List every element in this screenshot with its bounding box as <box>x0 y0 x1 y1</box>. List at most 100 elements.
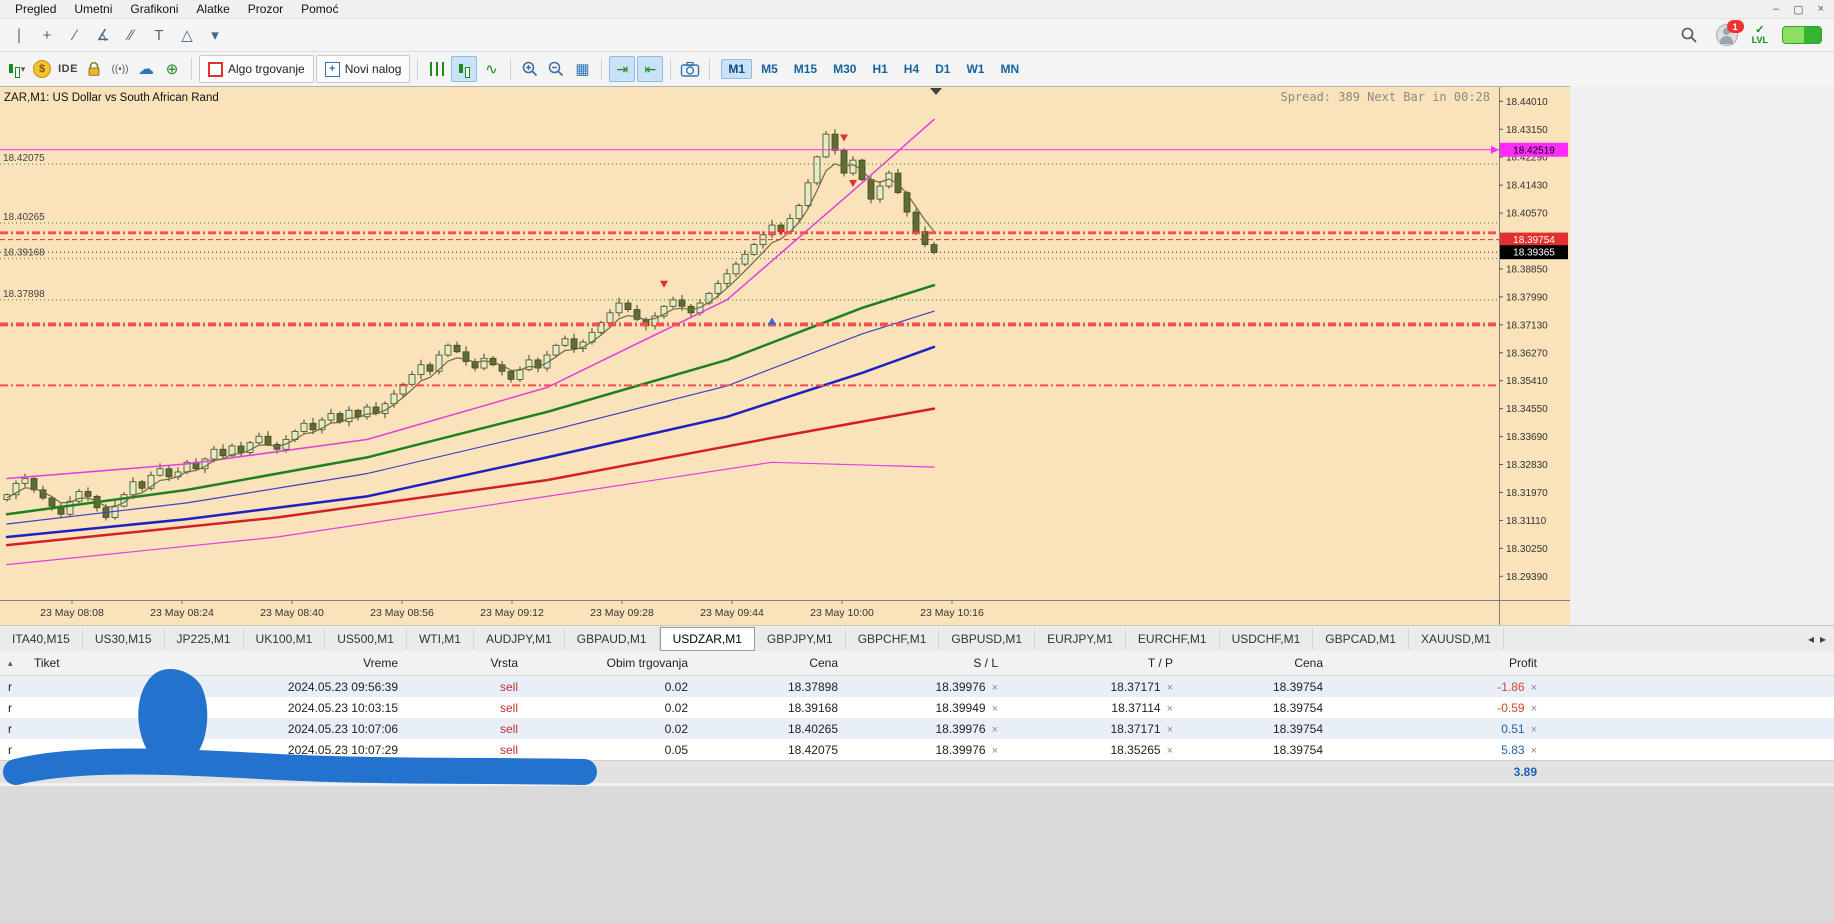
close-button[interactable]: × <box>1818 3 1824 15</box>
remove-sl-button[interactable]: × <box>992 745 998 757</box>
position-row[interactable]: r 2024.05.23 10:03:15 sell 0.02 18.39168 18.3… <box>0 697 1834 718</box>
account-currency-icon[interactable]: $ <box>30 57 54 81</box>
line-chart-type-icon[interactable]: ∿ <box>479 57 503 81</box>
column-header-profit[interactable]: Profit <box>1331 656 1545 670</box>
timeframe-h4[interactable]: H4 <box>897 59 926 79</box>
symbol-tab-xauusd[interactable]: XAUUSD,M1 <box>1409 628 1504 650</box>
timeframe-m30[interactable]: M30 <box>826 59 863 79</box>
symbol-tab-gbpcad[interactable]: GBPCAD,M1 <box>1313 628 1409 650</box>
menu-item-grafikoni[interactable]: Grafikoni <box>121 2 187 16</box>
drawing-tools-group: ∣ + ∕ ∡ ∕∕ T △ ▾ <box>6 23 228 47</box>
remove-tp-button[interactable]: × <box>1167 745 1173 757</box>
column-header-cena[interactable]: Cena <box>1181 656 1331 670</box>
chart-shift-icon[interactable]: ⇤ <box>637 56 664 82</box>
remove-tp-button[interactable]: × <box>1167 724 1173 736</box>
column-header-t-p[interactable]: T / P <box>1006 656 1181 670</box>
user-avatar[interactable]: 1 <box>1715 20 1744 46</box>
crosshair-tool-icon[interactable]: + <box>34 23 60 47</box>
symbol-tab-usdzar[interactable]: USDZAR,M1 <box>659 627 755 651</box>
symbol-tab-wti[interactable]: WTI,M1 <box>407 628 474 650</box>
add-service-icon[interactable]: ⊕ <box>160 57 184 81</box>
restore-button[interactable]: ▢ <box>1793 3 1803 16</box>
sort-indicator-icon[interactable]: ▴ <box>0 658 26 669</box>
symbol-tab-us500[interactable]: US500,M1 <box>325 628 407 650</box>
column-header-cena[interactable]: Cena <box>696 656 846 670</box>
position-row[interactable]: r 2024.05.23 09:56:39 sell 0.02 18.37898 18.3… <box>0 676 1834 697</box>
text-tool-icon[interactable]: T <box>146 23 172 47</box>
close-position-button[interactable]: × <box>1531 682 1537 694</box>
column-header-s-l[interactable]: S / L <box>846 656 1006 670</box>
menu-item-alatke[interactable]: Alatke <box>187 2 238 16</box>
tabs-scroll-right-icon[interactable]: ▸ <box>1820 632 1826 646</box>
menu-item-umetni[interactable]: Umetni <box>65 2 121 16</box>
symbol-tab-ita40[interactable]: ITA40,M15 <box>0 628 83 650</box>
volume-cell: 0.02 <box>664 700 688 715</box>
cloud-icon[interactable]: ☁ <box>134 57 158 81</box>
bar-chart-type-icon[interactable] <box>425 57 449 81</box>
svg-text:18.38850: 18.38850 <box>1506 264 1548 275</box>
column-header-tiket[interactable]: Tiket <box>26 656 176 670</box>
symbol-tab-jp225[interactable]: JP225,M1 <box>165 628 244 650</box>
column-header-vreme[interactable]: Vreme <box>176 656 406 670</box>
lock-icon[interactable] <box>82 57 106 81</box>
timeframe-m5[interactable]: M5 <box>754 59 785 79</box>
symbol-tab-eurjpy[interactable]: EURJPY,M1 <box>1035 628 1126 650</box>
remove-sl-button[interactable]: × <box>992 682 998 694</box>
symbol-tab-uk100[interactable]: UK100,M1 <box>244 628 326 650</box>
tabs-scroll-left-icon[interactable]: ◂ <box>1808 632 1814 646</box>
algo-trading-button[interactable]: Algo trgovanje <box>199 55 314 83</box>
auto-scroll-icon[interactable]: ⇥ <box>609 56 636 82</box>
price-chart[interactable]: 18.42075 18.40265 18.39168 18.37898 18.44010… <box>0 86 1570 625</box>
remove-sl-button[interactable]: × <box>992 724 998 736</box>
symbol-tab-usdchf[interactable]: USDCHF,M1 <box>1220 628 1314 650</box>
close-position-button[interactable]: × <box>1531 745 1537 757</box>
remove-sl-button[interactable]: × <box>992 703 998 715</box>
remove-tp-button[interactable]: × <box>1167 682 1173 694</box>
symbol-tab-gbpchf[interactable]: GBPCHF,M1 <box>846 628 940 650</box>
lvl-indicator[interactable]: ✓ LVL <box>1752 25 1768 45</box>
timeframe-d1[interactable]: D1 <box>928 59 957 79</box>
zoom-out-icon[interactable] <box>544 57 568 81</box>
symbol-tab-gbpusd[interactable]: GBPUSD,M1 <box>939 628 1036 650</box>
position-row[interactable]: r 2024.05.23 10:07:06 sell 0.02 18.40265 18.3… <box>0 718 1834 739</box>
remove-tp-button[interactable]: × <box>1167 703 1173 715</box>
search-icon[interactable] <box>1676 23 1702 47</box>
column-header-obim-trgovanja[interactable]: Obim trgovanja <box>526 656 696 670</box>
symbol-tab-us30[interactable]: US30,M15 <box>83 628 165 650</box>
sl-cell: 18.39976 × <box>935 721 999 736</box>
position-row[interactable]: r 2024.05.23 10:07:29 sell 0.05 18.42075 18.3… <box>0 739 1834 760</box>
chart-window-menu-icon[interactable]: ▾ <box>4 57 28 81</box>
symbol-tab-gbpjpy[interactable]: GBPJPY,M1 <box>755 628 846 650</box>
timeframe-mn[interactable]: MN <box>993 59 1026 79</box>
vertical-line-tool-icon[interactable]: ∣ <box>6 23 32 47</box>
trendline-tool-icon[interactable]: ∕ <box>62 23 88 47</box>
new-order-button[interactable]: + Novi nalog <box>315 55 411 83</box>
symbol-tab-eurchf[interactable]: EURCHF,M1 <box>1126 628 1220 650</box>
candlestick-chart-type-icon[interactable] <box>451 56 478 82</box>
toolbox-empty-area <box>0 786 1834 923</box>
timeframe-m1[interactable]: M1 <box>721 59 753 79</box>
broadcast-icon[interactable]: ((•)) <box>108 57 132 81</box>
close-position-button[interactable]: × <box>1531 724 1537 736</box>
chart-area[interactable]: 18.42075 18.40265 18.39168 18.37898 18.44010… <box>0 86 1570 625</box>
column-header-vrsta[interactable]: Vrsta <box>406 656 526 670</box>
symbol-cell: r <box>8 679 12 694</box>
menu-item-pregled[interactable]: Pregled <box>6 2 65 16</box>
timeframe-w1[interactable]: W1 <box>959 59 991 79</box>
tools-dropdown-icon[interactable]: ▾ <box>202 23 228 47</box>
menu-item-pomoć[interactable]: Pomoć <box>292 2 347 16</box>
minimize-button[interactable]: – <box>1773 3 1779 15</box>
trend-angle-tool-icon[interactable]: ∡ <box>90 23 116 47</box>
zoom-in-icon[interactable] <box>518 57 542 81</box>
grid-icon[interactable]: ▦ <box>570 57 594 81</box>
close-position-button[interactable]: × <box>1531 703 1537 715</box>
screenshot-camera-icon[interactable] <box>678 57 702 81</box>
timeframe-h1[interactable]: H1 <box>865 59 894 79</box>
shapes-tool-icon[interactable]: △ <box>174 23 200 47</box>
equidistant-channel-tool-icon[interactable]: ∕∕ <box>118 23 144 47</box>
symbol-tab-gbpaud[interactable]: GBPAUD,M1 <box>565 628 660 650</box>
timeframe-m15[interactable]: M15 <box>787 59 824 79</box>
ide-button[interactable]: IDE <box>56 57 80 81</box>
menu-item-prozor[interactable]: Prozor <box>239 2 292 16</box>
symbol-tab-audjpy[interactable]: AUDJPY,M1 <box>474 628 565 650</box>
